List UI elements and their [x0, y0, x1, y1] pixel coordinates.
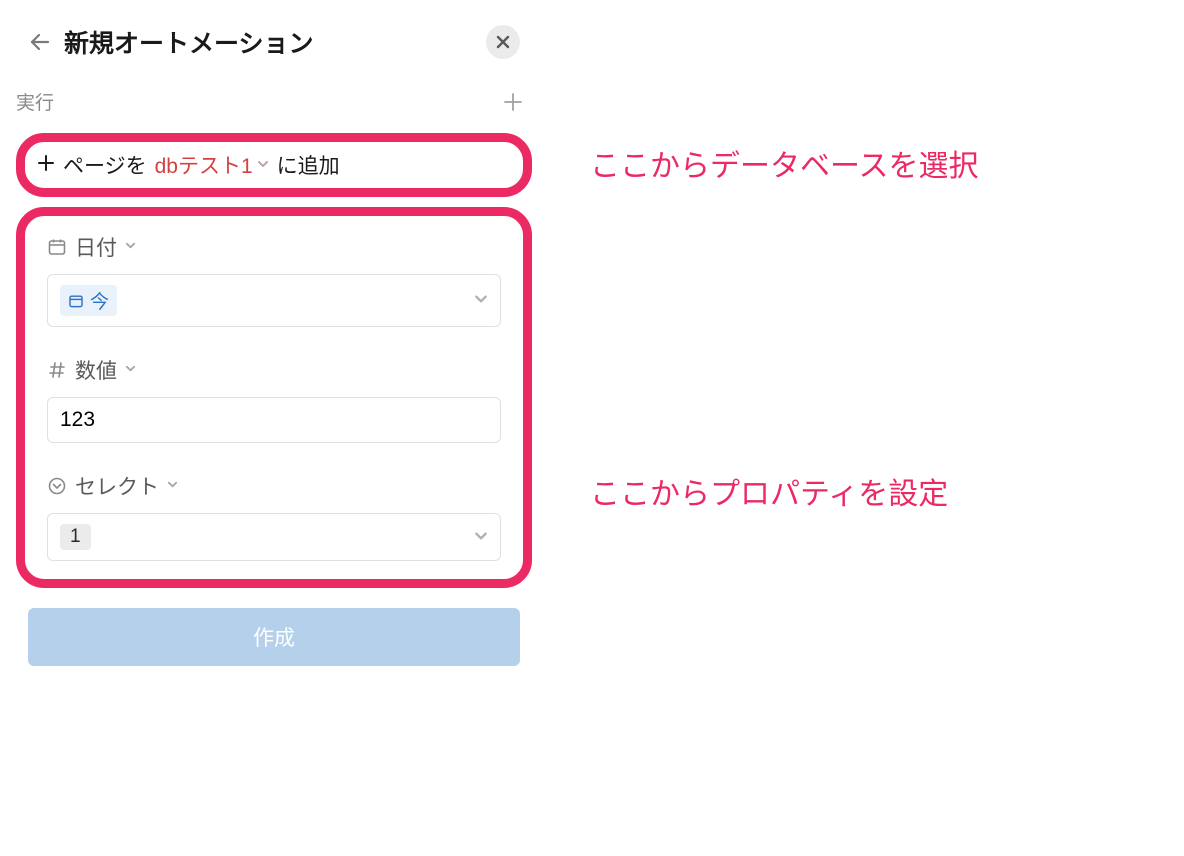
select-icon — [47, 476, 67, 496]
property-number-text: 数値 — [75, 355, 117, 385]
property-number-label[interactable]: 数値 — [47, 355, 501, 385]
properties-highlight-box: 日付 今 — [16, 207, 532, 588]
section-row: 実行 — [16, 88, 524, 115]
close-button[interactable] — [486, 25, 520, 59]
back-arrow-icon[interactable] — [28, 30, 52, 54]
chevron-down-icon — [125, 240, 136, 254]
add-page-to-db-row[interactable]: ページを dbテスト1 に追加 — [25, 142, 523, 188]
chevron-down-icon — [167, 479, 178, 493]
panel-title: 新規オートメーション — [64, 24, 474, 60]
db-name: dbテスト1 — [155, 150, 253, 180]
section-label: 実行 — [16, 88, 54, 115]
automation-panel: 新規オートメーション 実行 ページを dbテスト1 に追加 — [0, 0, 548, 686]
property-number-input[interactable] — [47, 397, 501, 443]
property-date-field[interactable]: 今 — [47, 274, 501, 327]
db-prefix-text: ページを — [63, 150, 147, 180]
chevron-down-icon — [257, 158, 269, 173]
date-chip-text: 今 — [90, 287, 109, 314]
property-date: 日付 今 — [47, 232, 501, 327]
annotation-props: ここからプロパティを設定 — [590, 466, 948, 523]
db-suffix-text: に追加 — [277, 150, 340, 180]
plus-icon — [37, 152, 55, 178]
chevron-down-icon — [474, 529, 488, 546]
property-date-label[interactable]: 日付 — [47, 232, 501, 262]
chevron-down-icon — [125, 363, 136, 377]
property-select-label[interactable]: セレクト — [47, 471, 501, 501]
select-chip: 1 — [60, 524, 91, 550]
select-chip-text: 1 — [70, 526, 81, 548]
panel-header: 新規オートメーション — [16, 20, 532, 64]
property-select-field[interactable]: 1 — [47, 513, 501, 561]
add-action-icon[interactable] — [502, 91, 524, 113]
property-date-text: 日付 — [75, 232, 117, 262]
property-select-text: セレクト — [75, 471, 159, 501]
property-number: 数値 — [47, 355, 501, 443]
chevron-down-icon — [474, 292, 488, 309]
date-chip: 今 — [60, 285, 117, 316]
calendar-icon — [47, 237, 67, 257]
annotation-db: ここからデータベースを選択 — [590, 138, 979, 195]
db-selector[interactable]: dbテスト1 — [155, 150, 269, 180]
db-highlight-box: ページを dbテスト1 に追加 — [16, 133, 532, 197]
calendar-icon — [68, 293, 84, 309]
create-button[interactable]: 作成 — [28, 608, 520, 666]
hash-icon — [47, 360, 67, 380]
property-select: セレクト 1 — [47, 471, 501, 561]
